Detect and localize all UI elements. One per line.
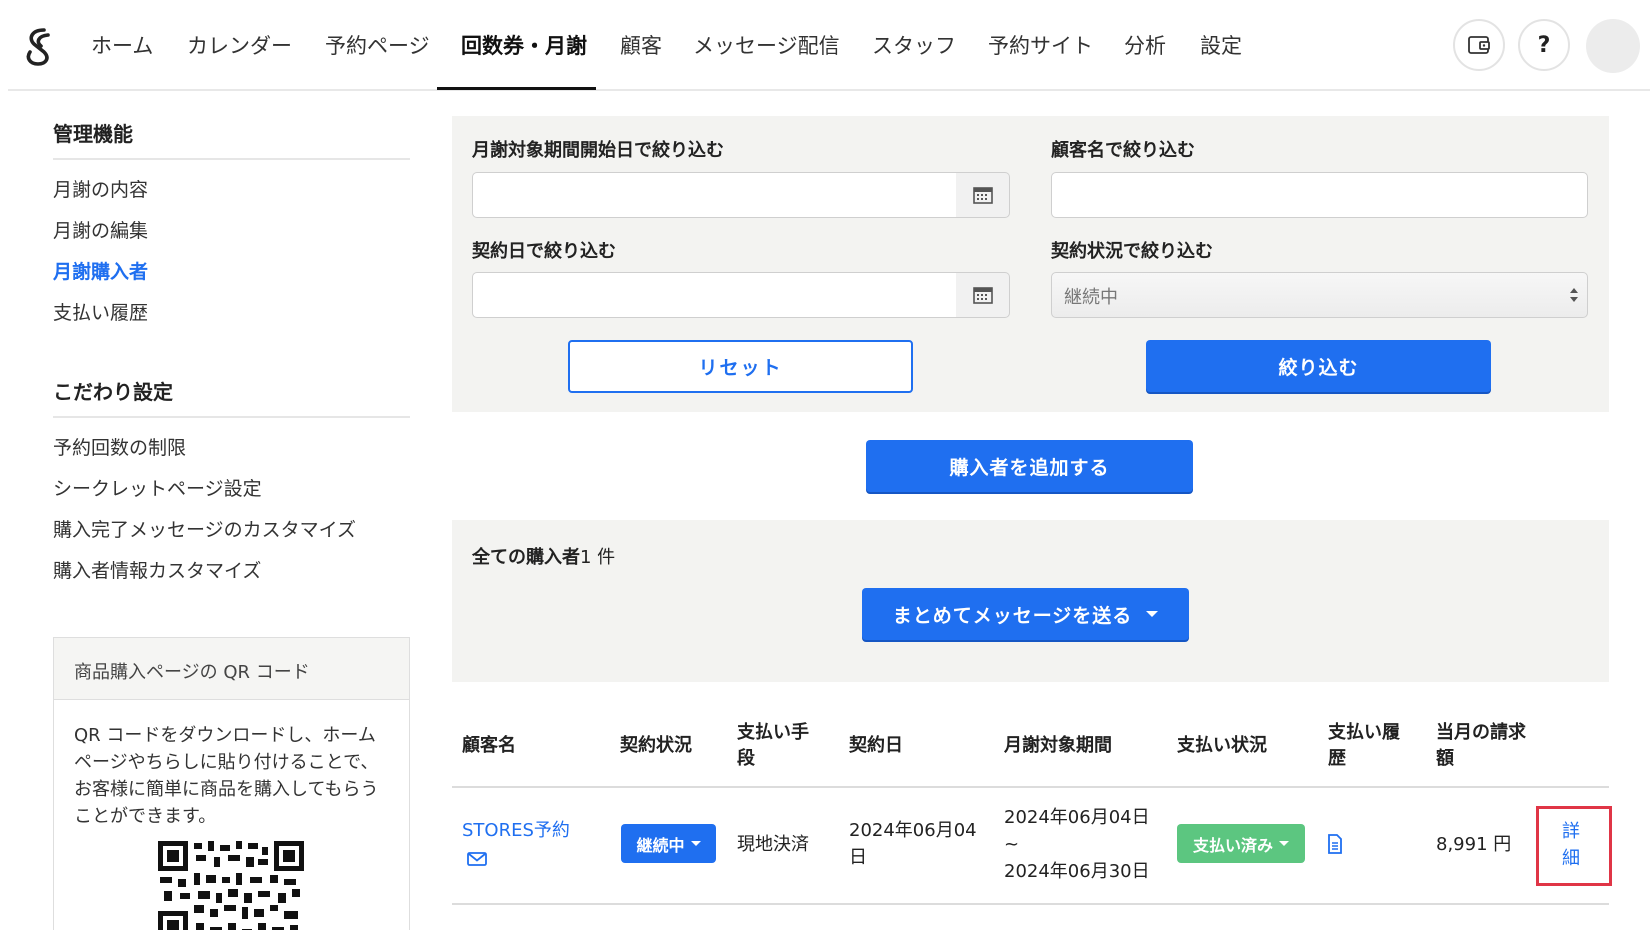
nav-settings[interactable]: 設定 (1200, 30, 1242, 62)
period-start-value: 2024年06月04日 (1004, 807, 1150, 828)
nav-tickets-monthly[interactable]: 回数券・月謝 (461, 30, 587, 62)
qr-card-description: QR コードをダウンロードし、ホームページやちらしに貼り付けることで、お客様に簡… (74, 725, 379, 827)
col-header-payment-status: 支払い状況 (1177, 735, 1267, 756)
amount-value: 8,991 円 (1436, 834, 1512, 855)
sidebar-item-complete-message[interactable]: 購入完了メッセージのカスタマイズ (53, 515, 356, 542)
detail-link[interactable]: 詳細 (1562, 818, 1586, 872)
buyer-count-value: 1 件 (580, 547, 616, 568)
apply-filter-button[interactable]: 絞り込む (1146, 340, 1491, 392)
period-calendar-button[interactable] (956, 172, 1010, 218)
col-header-payment-method: 支払い手段 (737, 722, 809, 769)
chevron-down-icon (1146, 611, 1159, 617)
payment-method-value: 現地決済 (737, 834, 809, 855)
nav-booking-site[interactable]: 予約サイト (988, 30, 1093, 62)
contract-date-value: 2024年06月04日 (849, 820, 977, 868)
period-separator: ~ (1004, 834, 1020, 855)
table-header-divider (452, 786, 1609, 788)
payment-status-dropdown[interactable]: 支払い済み (1177, 824, 1305, 863)
mail-icon[interactable] (467, 851, 487, 867)
customer-filter-label: 顧客名で絞り込む (1051, 140, 1195, 161)
reset-button[interactable]: リセット (568, 340, 913, 393)
sidebar-management-title: 管理機能 (53, 122, 133, 146)
col-header-contract-status: 契約状況 (620, 735, 692, 756)
payment-status-value: 支払い済み (1192, 835, 1273, 855)
bulk-message-button[interactable]: まとめてメッセージを送る (862, 588, 1189, 640)
nav-home[interactable]: ホーム (91, 30, 153, 62)
sidebar-preferences-title: こだわり設定 (53, 380, 173, 404)
col-header-amount: 当月の請求額 (1436, 722, 1526, 769)
sidebar-item-payment-history[interactable]: 支払い履歴 (53, 298, 148, 325)
document-icon[interactable] (1327, 834, 1343, 854)
period-filter-label: 月謝対象期間開始日で絞り込む (472, 140, 724, 161)
chevron-down-icon (1279, 841, 1289, 846)
contract-date-calendar-button[interactable] (956, 272, 1010, 318)
sidebar-item-monthly-buyers[interactable]: 月謝購入者 (53, 257, 148, 284)
contract-status-select[interactable]: 継続中 (1051, 272, 1588, 318)
calendar-icon (972, 287, 993, 304)
active-tab-indicator (437, 87, 596, 90)
bulk-message-label: まとめてメッセージを送る (892, 604, 1133, 627)
select-arrows-icon (1570, 288, 1578, 302)
sidebar-item-booking-limit[interactable]: 予約回数の制限 (53, 433, 186, 460)
sidebar-item-secret-page[interactable]: シークレットページ設定 (53, 474, 262, 501)
wallet-icon (1468, 36, 1490, 54)
wallet-button[interactable] (1453, 19, 1505, 71)
customer-name-input[interactable] (1051, 172, 1588, 218)
qr-code-card: 商品購入ページの QR コード QR コードをダウンロードし、ホームページやちら… (53, 637, 410, 930)
qr-code-image[interactable] (158, 841, 304, 930)
sidebar-divider (53, 416, 410, 418)
contract-date-input[interactable] (472, 272, 957, 318)
nav-analytics[interactable]: 分析 (1124, 30, 1166, 62)
table-row-divider (452, 903, 1609, 905)
add-buyer-button[interactable]: 購入者を追加する (866, 440, 1193, 492)
help-icon: ? (1537, 32, 1551, 58)
buyer-count: 全ての購入者1 件 (472, 543, 615, 569)
period-start-input[interactable] (472, 172, 957, 218)
nav-messages[interactable]: メッセージ配信 (693, 30, 840, 62)
sidebar-item-buyer-info[interactable]: 購入者情報カスタマイズ (53, 556, 261, 583)
col-header-period: 月謝対象期間 (1004, 735, 1112, 756)
col-header-payment-history: 支払い履歴 (1328, 722, 1400, 769)
qr-card-title: 商品購入ページの QR コード (54, 638, 409, 700)
contract-status-dropdown[interactable]: 継続中 (621, 824, 716, 863)
sidebar-item-monthly-edit[interactable]: 月謝の編集 (53, 216, 148, 243)
help-button[interactable]: ? (1518, 19, 1570, 71)
chevron-down-icon (690, 841, 701, 846)
nav-staff[interactable]: スタッフ (872, 30, 956, 62)
contract-date-filter-label: 契約日で絞り込む (472, 241, 616, 262)
customer-name-link[interactable]: STORES予約 (462, 817, 570, 844)
contract-status-value: 継続中 (636, 835, 685, 855)
nav-booking-page[interactable]: 予約ページ (325, 30, 430, 62)
calendar-icon (972, 187, 993, 204)
stores-logo-icon[interactable] (22, 26, 58, 66)
col-header-customer: 顧客名 (462, 735, 516, 756)
all-buyers-label: 全ての購入者 (472, 547, 580, 568)
sidebar-divider (53, 158, 410, 160)
nav-customers[interactable]: 顧客 (620, 30, 662, 62)
nav-calendar[interactable]: カレンダー (187, 30, 292, 62)
sidebar-item-monthly-content[interactable]: 月謝の内容 (53, 175, 148, 202)
period-end-value: 2024年06月30日 (1004, 861, 1150, 882)
col-header-contract-date: 契約日 (849, 735, 903, 756)
user-avatar[interactable] (1586, 19, 1640, 73)
contract-status-selected: 継続中 (1064, 287, 1118, 308)
status-filter-label: 契約状況で絞り込む (1051, 241, 1213, 262)
